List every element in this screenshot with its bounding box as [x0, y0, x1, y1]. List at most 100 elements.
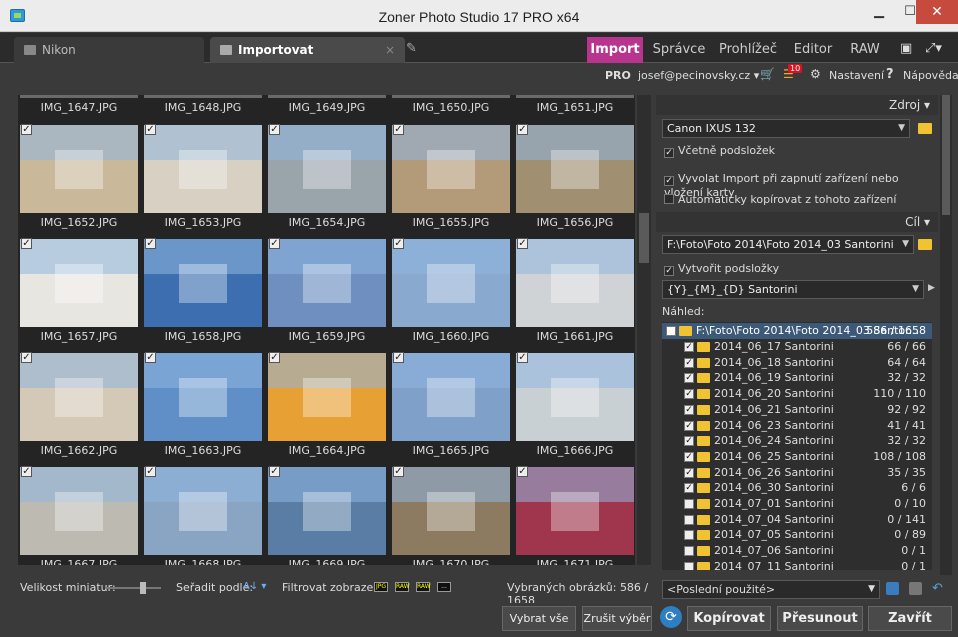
target-section-header[interactable]: Cíl ▾	[656, 212, 938, 232]
thumbnail-image[interactable]	[144, 467, 262, 555]
thumbnail-cell[interactable]: ✓ IMG_1669.JPG	[266, 465, 388, 565]
source-device-select[interactable]: Canon IXUS 132 ▼	[662, 119, 910, 138]
gear-icon[interactable]: ⚙	[810, 67, 821, 81]
incl-subfolders-checkbox[interactable]: ✓ Včetně podsložek	[664, 144, 775, 158]
thumbnail-checkbox[interactable]: ✓	[269, 352, 280, 363]
undo-icon[interactable]: ↶	[932, 582, 945, 595]
thumbnail-cell[interactable]: ✓ IMG_1652.JPG	[18, 123, 140, 236]
tree-checkbox[interactable]	[684, 530, 694, 541]
thumbnail-checkbox[interactable]: ✓	[145, 124, 156, 135]
help-icon[interactable]: ?	[886, 67, 894, 82]
thumbnail-cell[interactable]: ✓ IMG_1670.JPG	[390, 465, 512, 565]
thumbnail-cell[interactable]: ✓ IMG_1655.JPG	[390, 123, 512, 236]
thumbnail-checkbox[interactable]: ✓	[517, 124, 528, 135]
close-window-button[interactable]: ✕	[916, 0, 958, 24]
tree-item[interactable]: 2014_07_04 Santorini 0 / 141	[662, 512, 932, 528]
thumbnail-cell[interactable]: ✓ IMG_1653.JPG	[142, 123, 264, 236]
save-preset-icon[interactable]	[886, 582, 899, 595]
tree-checkbox[interactable]	[684, 546, 694, 557]
tree-checkbox[interactable]: ✓	[684, 451, 694, 462]
tree-item[interactable]: 2014_07_05 Santorini 0 / 89	[662, 527, 932, 543]
thumbnail-image[interactable]	[392, 125, 510, 213]
thumbnail-cell[interactable]: ✓ IMG_1663.JPG	[142, 351, 264, 464]
thumbnail-checkbox[interactable]: ✓	[393, 352, 404, 363]
refresh-icon[interactable]: ⟳	[660, 606, 682, 628]
thumbnail-image[interactable]	[144, 239, 262, 327]
thumbnail-checkbox[interactable]: ✓	[21, 238, 32, 249]
thumbnail-checkbox[interactable]: ✓	[145, 238, 156, 249]
thumbnail-checkbox[interactable]: ✓	[269, 238, 280, 249]
thumbnail-checkbox[interactable]: ✓	[145, 352, 156, 363]
thumbnail-cell[interactable]: ✓ IMG_1664.JPG	[266, 351, 388, 464]
tree-item[interactable]: ✓ 2014_06_21 Santorini 92 / 92	[662, 402, 932, 418]
auto-copy-checkbox[interactable]: Automaticky kopírovat z tohoto zařízení	[664, 193, 896, 206]
thumb-size-slider[interactable]	[106, 582, 161, 594]
thumbnail-image[interactable]	[20, 125, 138, 213]
tree-item[interactable]: ✓ 2014_06_26 Santorini 35 / 35	[662, 465, 932, 481]
source-section-header[interactable]: Zdroj ▾	[656, 95, 938, 115]
thumbnail-image[interactable]	[392, 95, 510, 98]
thumbnail-image[interactable]	[392, 353, 510, 441]
thumbnail-image[interactable]	[392, 239, 510, 327]
thumbnail-cell[interactable]: ✓ IMG_1671.JPG	[514, 465, 635, 565]
deselect-button[interactable]: Zrušit výběr	[582, 606, 652, 631]
thumbnail-checkbox[interactable]: ✓	[21, 124, 32, 135]
thumbnail-image[interactable]	[20, 239, 138, 327]
thumbnail-cell[interactable]: ✓ IMG_1656.JPG	[514, 123, 635, 236]
thumbnail-image[interactable]	[144, 95, 262, 98]
thumbnail-cell[interactable]: ✓ IMG_1659.JPG	[266, 237, 388, 350]
thumbnail-checkbox[interactable]: ✓	[517, 352, 528, 363]
monitor-icon[interactable]: ▣	[900, 41, 912, 56]
tree-item[interactable]: ✓ 2014_06_17 Santorini 66 / 66	[662, 339, 932, 355]
scrollbar-thumb[interactable]	[942, 95, 950, 215]
tree-item[interactable]: ✓ 2014_06_30 Santorini 6 / 6	[662, 480, 932, 496]
thumbnail-image[interactable]	[20, 467, 138, 555]
create-subfolders-checkbox[interactable]: ✓ Vytvořit podsložky	[664, 262, 779, 276]
filter-jpg-icon[interactable]: JPG	[374, 582, 388, 592]
filter-raw2-icon[interactable]: RAW	[416, 582, 431, 592]
thumbnail-checkbox[interactable]: ✓	[21, 466, 32, 477]
tree-checkbox[interactable]: ✓	[684, 420, 694, 431]
thumbnail-cell[interactable]: ✓ IMG_1661.JPG	[514, 237, 635, 350]
close-tab-icon[interactable]: ×	[385, 37, 395, 63]
new-tab-icon[interactable]: ✎	[406, 41, 420, 57]
slider-knob[interactable]	[140, 582, 146, 594]
tree-item[interactable]: ✓ 2014_06_18 Santorini 64 / 64	[662, 355, 932, 371]
thumbnail-image[interactable]	[20, 353, 138, 441]
chevron-right-icon[interactable]: ▶	[928, 283, 935, 293]
mode-editor[interactable]: Editor	[787, 37, 839, 63]
thumbnail-checkbox[interactable]: ✓	[517, 466, 528, 477]
thumbnail-cell[interactable]: IMG_1650.JPG	[390, 95, 512, 121]
thumbnail-cell[interactable]: ✓ IMG_1666.JPG	[514, 351, 635, 464]
thumbnail-image[interactable]	[392, 467, 510, 555]
thumbnail-image[interactable]	[268, 239, 386, 327]
fullscreen-icon[interactable]: ⤢▾	[925, 41, 942, 56]
folder-icon[interactable]	[918, 239, 932, 250]
thumbnail-cell[interactable]: ✓ IMG_1667.JPG	[18, 465, 140, 565]
subfolder-pattern-select[interactable]: {Y}_{M}_{D} Santorini ▼	[662, 280, 924, 299]
tree-checkbox[interactable]: ✓	[684, 404, 694, 415]
tree-checkbox[interactable]: ✓	[684, 389, 694, 400]
tab-importovat[interactable]: Importovat ×	[210, 37, 405, 63]
thumbnail-image[interactable]	[268, 95, 386, 98]
thumbnail-cell[interactable]: IMG_1651.JPG	[514, 95, 635, 121]
thumbnail-image[interactable]	[516, 125, 634, 213]
thumbnail-image[interactable]	[268, 125, 386, 213]
thumbnail-cell[interactable]: ✓ IMG_1662.JPG	[18, 351, 140, 464]
folder-icon[interactable]	[918, 123, 932, 134]
mode-import[interactable]: Import	[587, 37, 643, 63]
thumbnail-image[interactable]	[268, 353, 386, 441]
tree-item[interactable]: ✓ 2014_06_23 Santorini 41 / 41	[662, 418, 932, 434]
tree-checkbox[interactable]	[684, 499, 694, 509]
tree-item[interactable]: ✓ 2014_06_24 Santorini 32 / 32	[662, 433, 932, 449]
thumbnail-cell[interactable]: ✓ IMG_1657.JPG	[18, 237, 140, 350]
tree-checkbox[interactable]	[666, 326, 676, 336]
thumbnail-checkbox[interactable]: ✓	[393, 466, 404, 477]
tree-checkbox[interactable]	[684, 561, 694, 570]
tree-item[interactable]: 2014_07_06 Santorini 0 / 1	[662, 543, 932, 559]
thumbnail-image[interactable]	[144, 353, 262, 441]
thumbnail-checkbox[interactable]: ✓	[393, 124, 404, 135]
tree-item[interactable]: ✓ 2014_06_20 Santorini 110 / 110	[662, 386, 932, 402]
thumbnail-image[interactable]	[20, 95, 138, 98]
mode-prohlizec[interactable]: Prohlížeč	[715, 37, 781, 63]
